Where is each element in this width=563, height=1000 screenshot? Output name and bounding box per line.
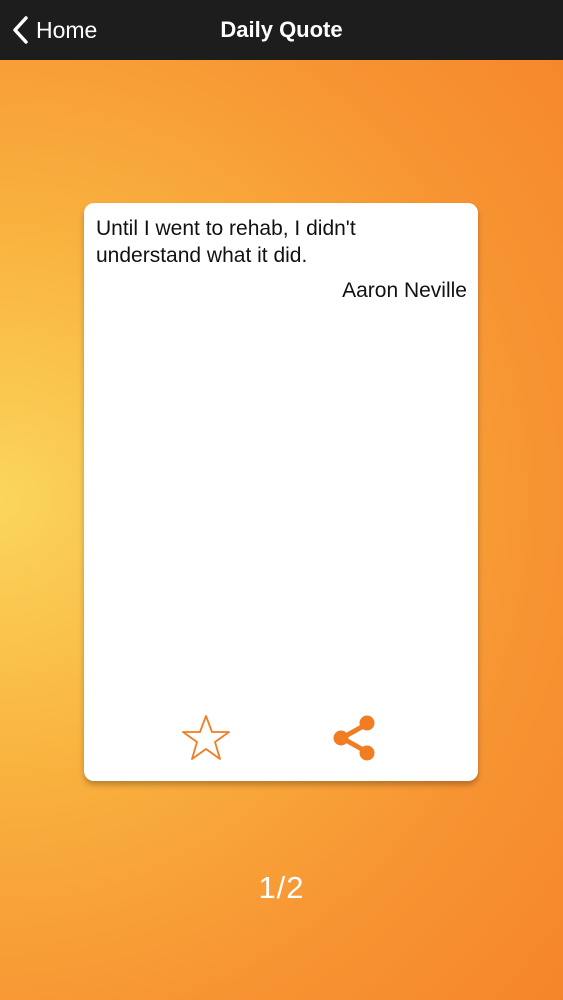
- share-icon: [330, 715, 382, 767]
- star-outline-icon: [180, 715, 232, 767]
- navigation-bar: Home Daily Quote: [0, 0, 563, 60]
- chevron-left-icon: [10, 15, 30, 45]
- quote-card: Until I went to rehab, I didn't understa…: [84, 203, 478, 781]
- share-button[interactable]: [330, 713, 382, 763]
- quote-author: Aaron Neville: [342, 279, 467, 302]
- quote-text: Until I went to rehab, I didn't understa…: [96, 217, 356, 267]
- back-button[interactable]: Home: [10, 0, 97, 60]
- back-button-label: Home: [36, 16, 98, 43]
- favorite-button[interactable]: [180, 713, 232, 763]
- page-indicator: 1/2: [258, 870, 305, 905]
